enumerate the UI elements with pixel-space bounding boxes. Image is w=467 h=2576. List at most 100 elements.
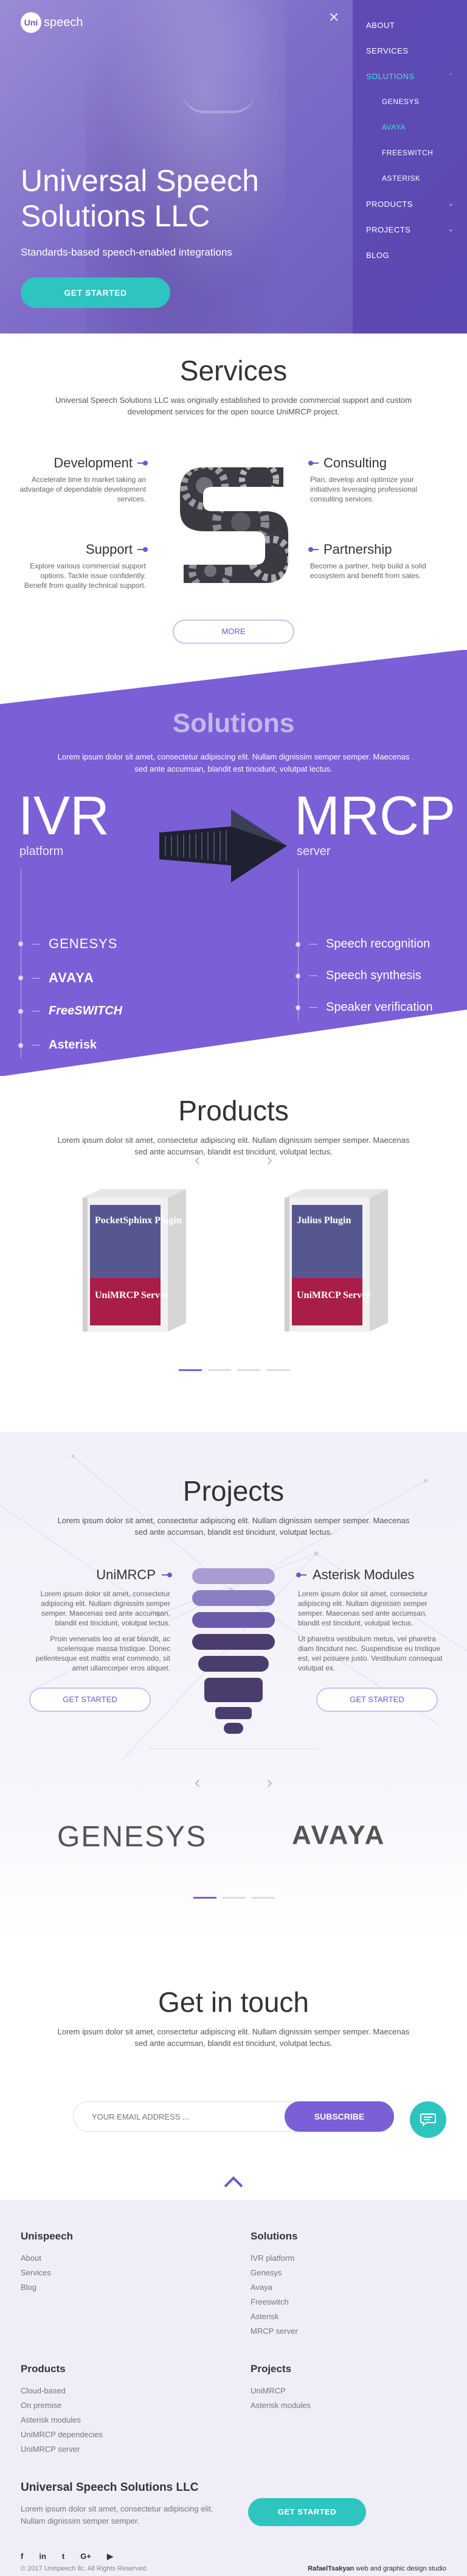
menu-item-services[interactable]: SERVICES xyxy=(366,38,454,63)
pager-dot[interactable] xyxy=(252,1897,275,1899)
credit-name: RafaelTsakyan xyxy=(308,2565,355,2572)
menu-item-solutions[interactable]: SOLUTIONS ⌃ xyxy=(366,63,454,89)
menu-item-blog[interactable]: BLOG xyxy=(366,242,454,268)
chevron-right-icon[interactable]: › xyxy=(267,1773,272,1792)
logo[interactable]: Uni speech xyxy=(21,12,83,33)
menu-item-label: ABOUT xyxy=(366,20,395,30)
menu-item-projects[interactable]: PROJECTS ⌄ xyxy=(366,217,454,242)
bullet-dot-icon xyxy=(296,941,300,947)
youtube-icon[interactable]: ▶ xyxy=(107,2552,113,2561)
footer-link[interactable]: Asterisk modules xyxy=(21,2413,103,2428)
product-box-brand: UniMRCP Server xyxy=(95,1290,168,1300)
service-development-title: Development xyxy=(54,455,133,470)
subscribe-button[interactable]: SUBSCRIBE xyxy=(285,2101,394,2132)
logo-badge: Uni xyxy=(21,12,41,33)
service-support[interactable]: Support Explore various commercial suppo… xyxy=(18,542,148,590)
side-menu: ✕ ABOUT SERVICES SOLUTIONS ⌃ GENESYS AVAYA FRE… xyxy=(328,0,467,333)
close-icon[interactable]: ✕ xyxy=(328,10,339,26)
pager-dot[interactable] xyxy=(193,1897,216,1899)
subscribe-form: SUBSCRIBE xyxy=(73,2101,394,2132)
footer-link[interactable]: On premise xyxy=(21,2398,103,2413)
scroll-top-chevron-icon[interactable] xyxy=(223,2174,244,2189)
footer-link[interactable]: Genesys xyxy=(251,2266,298,2280)
product-box-pocketsphinx[interactable]: PocketSphinx Plugin UniMRCP Server xyxy=(77,1185,192,1344)
menu-item-genesys[interactable]: GENESYS xyxy=(366,89,454,114)
chevron-left-icon[interactable]: ‹ xyxy=(195,1773,200,1792)
services-title: Services xyxy=(179,355,288,386)
pager-dot[interactable] xyxy=(208,1369,231,1371)
menu-item-products[interactable]: PRODUCTS ⌄ xyxy=(366,191,454,217)
project-asterisk-get-started-button[interactable]: GET STARTED xyxy=(316,1688,438,1712)
platform-genesys[interactable]: GENESYS xyxy=(18,936,117,952)
connector-dot-icon xyxy=(162,1572,172,1577)
platform-avaya[interactable]: AVAYA xyxy=(18,970,94,986)
bullet-dot-icon xyxy=(296,973,300,979)
hero-get-started-button[interactable]: GET STARTED xyxy=(21,277,170,308)
footer-link[interactable]: Asterisk modules xyxy=(251,2398,311,2413)
linkedin-icon[interactable]: in xyxy=(39,2552,46,2561)
chevron-up-icon[interactable]: ⌃ xyxy=(448,73,454,80)
footer-link[interactable]: UniMRCP xyxy=(251,2384,311,2398)
footer-get-started-button[interactable]: GET STARTED xyxy=(248,2498,366,2526)
service-consulting[interactable]: Consulting Plan, develop and optimize yo… xyxy=(308,455,438,504)
footer-link[interactable]: About xyxy=(21,2251,73,2266)
product-box-julius[interactable]: Julius Plugin UniMRCP Server xyxy=(278,1185,394,1344)
footer-col-projects: Projects UniMRCP Asterisk modules xyxy=(251,2363,311,2413)
contact-title: Get in touch xyxy=(157,1986,310,2018)
service-partnership[interactable]: Partnership Become a partner, help build… xyxy=(308,542,438,581)
facebook-icon[interactable]: f xyxy=(21,2552,23,2561)
footer-company-name: Universal Speech Solutions LLC xyxy=(21,2481,199,2494)
twitter-icon[interactable]: t xyxy=(62,2552,64,2561)
google-plus-icon[interactable]: G+ xyxy=(80,2552,91,2561)
chevron-right-icon[interactable]: › xyxy=(267,1150,272,1170)
footer-link[interactable]: Freeswitch xyxy=(251,2295,298,2309)
chevron-left-icon[interactable]: ‹ xyxy=(195,1150,200,1170)
footer-link[interactable]: MRCP server xyxy=(251,2324,298,2339)
solutions-description: Lorem ipsum dolor sit amet, consectetur … xyxy=(57,752,410,773)
bullet-dash xyxy=(309,1007,317,1008)
chevron-down-icon[interactable]: ⌄ xyxy=(448,226,454,233)
footer-link[interactable]: Asterisk xyxy=(251,2309,298,2324)
chat-icon[interactable] xyxy=(410,2101,446,2138)
footer-link[interactable]: UniMRCP server xyxy=(21,2442,103,2457)
service-development[interactable]: Development Accelerate time to market ta… xyxy=(18,455,148,504)
footer-link[interactable]: Services xyxy=(21,2266,73,2280)
footer-company-text: Lorem ipsum dolor sit amet, consectetur … xyxy=(21,2504,213,2525)
menu-item-label: FREESWITCH xyxy=(382,148,434,157)
footer-link[interactable]: Blog xyxy=(21,2280,73,2295)
footer-col-unispeech: Unispeech About Services Blog xyxy=(21,2230,73,2295)
feature-label: Speech recognition xyxy=(326,937,431,951)
design-credit[interactable]: RafaelTsakyan web and graphic design stu… xyxy=(308,2565,446,2572)
credit-rest: web and graphic design studio xyxy=(356,2565,446,2572)
menu-item-about[interactable]: ABOUT xyxy=(366,12,454,38)
footer-link[interactable]: IVR platform xyxy=(251,2251,298,2266)
footer-col-title: Solutions xyxy=(251,2230,298,2242)
menu-item-label: BLOG xyxy=(366,250,390,260)
project-unimrcp-text-2: Proin venenatis leo at erat blandit, ac … xyxy=(35,1635,170,1672)
menu-item-asterisk[interactable]: ASTERISK xyxy=(366,166,454,191)
footer-link[interactable]: UniMRCP dependecies xyxy=(21,2428,103,2442)
menu-item-freeswitch[interactable]: FREESWITCH xyxy=(366,140,454,166)
chevron-down-icon[interactable]: ⌄ xyxy=(448,201,454,208)
services-more-button[interactable]: MORE xyxy=(173,620,294,644)
footer-link[interactable]: Cloud-based xyxy=(21,2384,103,2398)
footer-link[interactable]: Avaya xyxy=(251,2280,298,2295)
menu-list: ABOUT SERVICES SOLUTIONS ⌃ GENESYS AVAYA FREES… xyxy=(366,12,454,268)
server-arrow-image xyxy=(159,809,287,882)
mrcp-subheading: server xyxy=(297,845,331,858)
products-section: Products Lorem ipsum dolor sit amet, con… xyxy=(0,1076,467,1432)
connector-dot-icon xyxy=(308,461,319,466)
product-box-name: PocketSphinx Plugin xyxy=(95,1215,182,1226)
project-unimrcp-get-started-button[interactable]: GET STARTED xyxy=(29,1688,151,1712)
pager-dot[interactable] xyxy=(237,1369,260,1371)
connector-dot-icon xyxy=(308,547,319,552)
pager-dot[interactable] xyxy=(266,1369,289,1371)
hero-section: Uni speech Universal Speech Solutions LL… xyxy=(0,0,467,333)
menu-item-avaya[interactable]: AVAYA xyxy=(366,114,454,140)
products-title: Products xyxy=(178,1095,289,1126)
pager-dot[interactable] xyxy=(179,1369,202,1371)
feature-label: Speech synthesis xyxy=(326,969,421,982)
project-asterisk-title: Asterisk Modules xyxy=(313,1567,415,1582)
pager-dot[interactable] xyxy=(223,1897,246,1899)
copyright: © 2017 Unispeech llc. All Rights Reserve… xyxy=(21,2565,148,2572)
